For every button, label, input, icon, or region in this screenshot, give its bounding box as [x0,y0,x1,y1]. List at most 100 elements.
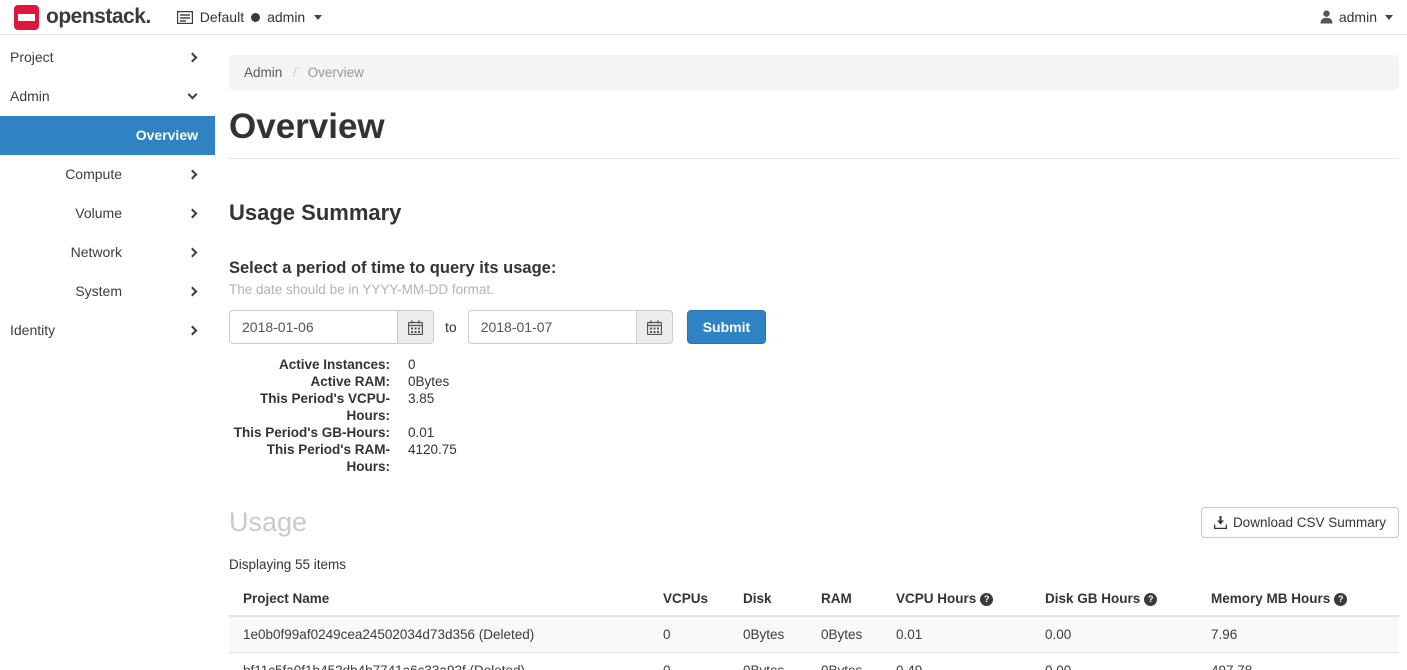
col-ram: RAM [813,582,888,616]
stat-active-ram: Active RAM: 0Bytes [229,373,1399,390]
openstack-brand[interactable]: openstack. [14,5,151,30]
cell-memory-mb-hours: 7.96 [1203,616,1399,653]
calendar-icon [647,320,662,335]
chevron-right-icon [188,326,198,336]
stat-vcpu-hours: This Period's VCPU-Hours: 3.85 [229,390,1399,424]
cell-memory-mb-hours: 497.78 [1203,653,1399,670]
sidebar-item-identity[interactable]: Identity [0,311,215,350]
stat-label: Active RAM: [229,373,390,390]
domain-label: Default [200,9,244,25]
table-row: 1e0b0f99af0249cea24502034d73d356 (Delete… [229,616,1399,653]
chevron-right-icon [188,287,198,297]
cell-vcpu-hours: 0.49 [888,653,1037,670]
col-project-name: Project Name [229,582,655,616]
page-title: Overview [229,107,1399,147]
date-format-hint: The date should be in YYYY-MM-DD format. [229,282,1399,297]
col-disk: Disk [735,582,813,616]
chevron-right-icon [188,53,198,63]
usage-stats: Active Instances: 0 Active RAM: 0Bytes T… [229,356,1399,475]
stat-ram-hours: This Period's RAM-Hours: 4120.75 [229,441,1399,475]
title-divider [229,158,1399,159]
sidebar-item-network[interactable]: Network [0,233,215,272]
date-from-group [229,310,434,344]
stat-label: This Period's GB-Hours: [229,424,390,441]
cell-ram: 0Bytes [813,616,888,653]
help-icon[interactable]: ? [1334,593,1347,606]
sidebar-nav: Project Admin Overview Compute Volume Ne… [0,36,215,670]
cell-project-name: bf11c5fa0f1b452db4b7741a6c33a92f (Delete… [229,653,655,670]
sidebar-item-volume[interactable]: Volume [0,194,215,233]
chevron-right-icon [188,248,198,258]
sidebar-item-label: System [75,283,122,299]
sidebar-item-label: Admin [10,88,50,104]
table-header-row: Project Name VCPUs Disk RAM VCPU Hours? … [229,582,1399,616]
usage-heading: Usage [229,507,307,538]
chevron-right-icon [188,170,198,180]
sidebar-item-overview[interactable]: Overview [0,116,215,155]
breadcrumb-admin-link[interactable]: Admin [244,65,282,80]
cell-ram: 0Bytes [813,653,888,670]
sidebar-item-system[interactable]: System [0,272,215,311]
sidebar-item-label: Project [10,49,54,65]
help-icon[interactable]: ? [980,593,993,606]
usage-table: Project Name VCPUs Disk RAM VCPU Hours? … [229,582,1399,670]
usage-summary-heading: Usage Summary [229,200,1399,226]
main-content: Admin / Overview Overview Usage Summary … [215,35,1407,670]
date-to-group [468,310,673,344]
help-icon[interactable]: ? [1144,593,1157,606]
col-memory-mb-hours: Memory MB Hours? [1203,582,1399,616]
cell-disk-gb-hours: 0.00 [1037,616,1203,653]
brand-text: openstack. [46,5,151,29]
col-vcpus: VCPUs [655,582,735,616]
download-icon [1214,516,1227,529]
cell-vcpu-hours: 0.01 [888,616,1037,653]
stat-label: This Period's RAM-Hours: [229,441,390,475]
stat-value: 0Bytes [408,373,449,390]
to-label: to [445,319,457,335]
user-menu[interactable]: admin [1320,9,1393,25]
sidebar-item-label: Identity [10,322,55,338]
submit-button[interactable]: Submit [687,310,766,344]
date-from-input[interactable] [229,310,397,344]
cell-disk: 0Bytes [735,653,813,670]
project-label: admin [267,9,305,25]
stat-value: 0.01 [408,424,434,441]
cell-disk: 0Bytes [735,616,813,653]
cell-project-name: 1e0b0f99af0249cea24502034d73d356 (Delete… [229,616,655,653]
chevron-down-icon [1385,15,1393,20]
sidebar-item-label: Network [71,244,122,260]
sidebar-item-label: Volume [75,205,122,221]
sidebar-item-compute[interactable]: Compute [0,155,215,194]
usage-section-header: Usage Download CSV Summary [229,507,1399,538]
calendar-addon[interactable] [636,310,673,344]
context-dot-icon [251,13,260,22]
stat-gb-hours: This Period's GB-Hours: 0.01 [229,424,1399,441]
breadcrumb: Admin / Overview [229,55,1399,90]
calendar-icon [408,320,423,335]
stat-value: 0 [408,356,416,373]
sidebar-item-project[interactable]: Project [0,38,215,77]
stat-active-instances: Active Instances: 0 [229,356,1399,373]
col-vcpu-hours: VCPU Hours? [888,582,1037,616]
user-icon [1320,10,1333,24]
download-csv-button[interactable]: Download CSV Summary [1201,507,1399,538]
stat-label: This Period's VCPU-Hours: [229,390,390,424]
calendar-addon[interactable] [397,310,434,344]
domain-project-switcher[interactable]: Default admin [177,9,323,25]
chevron-down-icon [314,15,322,20]
breadcrumb-current: Overview [308,65,364,80]
date-to-input[interactable] [468,310,636,344]
chevron-down-icon [188,90,198,100]
download-csv-label: Download CSV Summary [1233,515,1386,530]
stat-value: 4120.75 [408,441,457,475]
openstack-logo-icon [14,5,39,30]
sidebar-item-label: Compute [65,166,122,182]
breadcrumb-separator: / [293,65,297,80]
cell-vcpus: 0 [655,653,735,670]
top-navbar: openstack. Default admin admin [0,0,1407,35]
items-count: Displaying 55 items [229,557,1399,572]
sidebar-item-admin[interactable]: Admin [0,77,215,116]
stat-value: 3.85 [408,390,434,424]
col-disk-gb-hours: Disk GB Hours? [1037,582,1203,616]
cell-disk-gb-hours: 0.00 [1037,653,1203,670]
